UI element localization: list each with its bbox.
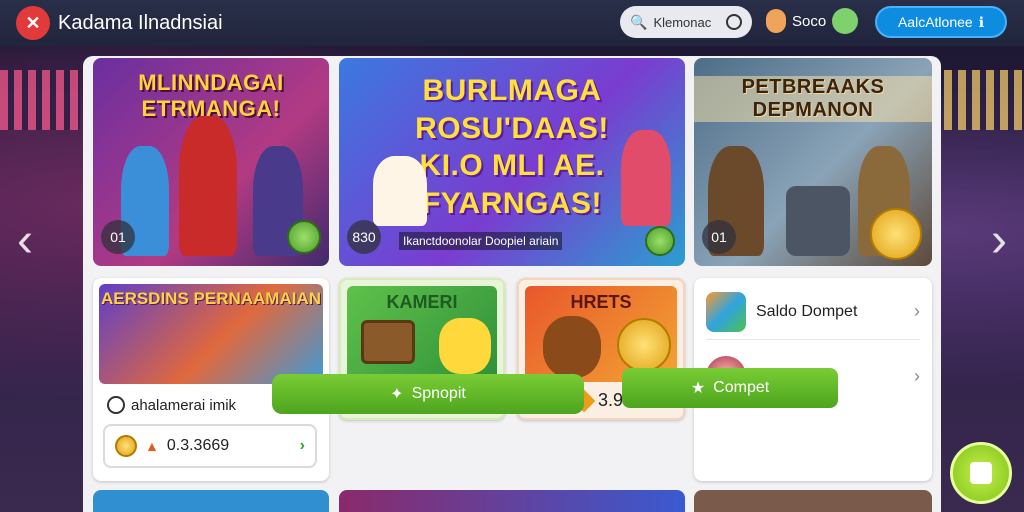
banner-2-caption: Ikanctdoonolar Doopiel ariain (399, 232, 563, 250)
username[interactable]: Soco (792, 13, 826, 30)
mascot-figure (373, 156, 427, 226)
carousel-next-arrow[interactable]: › (984, 210, 1014, 270)
banner-1-title: MLINNDAGAI ETRMANGA! (138, 70, 284, 121)
fire-icon: ▲ (145, 438, 159, 454)
gold-coin-icon (617, 318, 671, 372)
promo-balance-value: 0.3.3669 (166, 437, 230, 454)
carousel-prev-arrow[interactable]: ‹ (10, 210, 40, 270)
user-area[interactable]: Soco (766, 8, 859, 34)
spin-button[interactable]: ✦ Spnopit (272, 374, 584, 414)
chevron-right-icon: › (914, 365, 920, 386)
refresh-icon[interactable] (287, 220, 321, 254)
search-icon: 🔍 (630, 13, 648, 30)
banner-1[interactable]: MLINNDAGAI ETRMANGA! 01 (93, 58, 329, 266)
mascot-avatar-icon[interactable] (832, 8, 859, 34)
game-card-image: KAMERI (347, 286, 497, 382)
avatar[interactable] (766, 9, 786, 33)
hero-figure (621, 130, 671, 226)
treasure-pot (786, 186, 850, 256)
banner-3-title: PETBREAAKS DEPMANON (694, 76, 932, 122)
star-icon: ✦ (390, 386, 404, 403)
account-button[interactable]: AalcAtlonee ℹ (875, 6, 1007, 38)
banner-2-title-line: BURLMAGA (422, 74, 602, 107)
banner-3-counter: 01 (702, 220, 736, 254)
chevron-right-icon: › (299, 437, 305, 454)
wallet-row[interactable]: Saldo Dompet › (706, 284, 920, 340)
compet-button-label: Compet (713, 379, 770, 396)
home-icon (970, 462, 992, 484)
home-fab-button[interactable] (950, 442, 1012, 504)
top-bar: ✕ Kadama Ilnadnsiai 🔍 Klemonac Soco Aalc… (0, 0, 1024, 46)
clock-icon (107, 396, 125, 414)
mascot-figure (543, 316, 601, 378)
stadium-lights-left (0, 70, 80, 130)
promo-balance-field[interactable]: ▲ 0.3.3669 › (103, 424, 317, 468)
treasure-chest-icon (361, 320, 415, 364)
spin-button-label: Spnopit (411, 385, 466, 402)
coin-icon (115, 435, 137, 457)
info-icon: ℹ (978, 13, 985, 30)
promo-card-title: AERSDINS PERNAAMAIAN (100, 289, 322, 308)
star-icon: ★ (690, 380, 706, 397)
promo-card-image: AERSDINS PERNAAMAIAN (99, 284, 323, 384)
next-row-tile[interactable] (93, 490, 329, 512)
banner-3[interactable]: PETBREAAKS DEPMANON 01 (694, 58, 932, 266)
banner-1-counter: 01 (101, 220, 135, 254)
banner-2-counter: 830 (347, 220, 381, 254)
brand-logo-icon[interactable]: ✕ (16, 6, 50, 40)
stadium-lights-right (944, 70, 1024, 130)
emoji-icon[interactable] (645, 226, 675, 256)
search-input[interactable]: Klemonac (653, 15, 720, 30)
mascot-figure (439, 318, 491, 374)
wallet-icon (706, 291, 746, 332)
gold-coin-icon (870, 208, 922, 260)
brand-name[interactable]: Kadama Ilnadnsiai (58, 12, 223, 35)
chevron-right-icon: › (914, 301, 920, 321)
search-toggle-icon[interactable] (726, 14, 742, 30)
game-card-title: HRETS (570, 292, 632, 312)
main-panel: MLINNDAGAI ETRMANGA! 01 BURLMAGA ROSU'DA… (83, 56, 941, 512)
compet-button[interactable]: ★ Compet (622, 368, 838, 408)
next-row-tile[interactable] (694, 490, 932, 512)
search-box[interactable]: 🔍 Klemonac (620, 6, 752, 38)
account-button-label: AalcAtlonee (897, 14, 973, 30)
promo-card-text: ahalamerai imik (131, 396, 237, 414)
promo-card-row: ahalamerai imik (107, 396, 236, 414)
next-row-tile[interactable] (339, 490, 685, 512)
game-card-title: KAMERI (386, 292, 458, 312)
banner-2[interactable]: BURLMAGA ROSU'DAAS! KI.O MLI AE. FYARNGA… (339, 58, 685, 266)
hero-figure (179, 116, 237, 256)
wallet-row-label: Saldo Dompet (756, 302, 858, 320)
